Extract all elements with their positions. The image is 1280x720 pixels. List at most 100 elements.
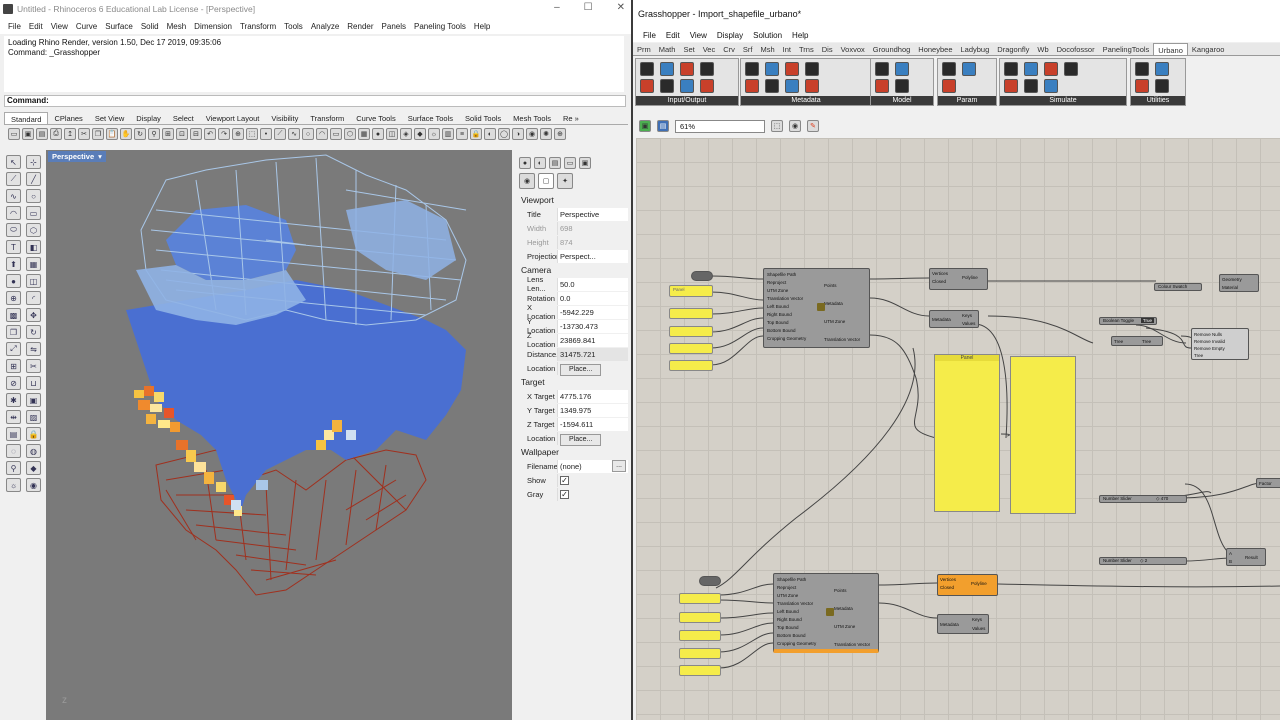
viewport-icon[interactable]: ▢: [538, 173, 554, 189]
urbano-tool-icon[interactable]: [1004, 62, 1018, 76]
urbano-tool-icon[interactable]: [875, 79, 889, 93]
z-location-field[interactable]: 23869.841: [557, 333, 628, 347]
earth-icon[interactable]: ⊕: [554, 128, 566, 140]
cylinder-tool-icon[interactable]: ◫: [26, 274, 41, 288]
box-icon[interactable]: ▦: [358, 128, 370, 140]
number-slider[interactable]: Number Slider ◇ 470: [1099, 495, 1187, 503]
zoom-icon[interactable]: ⚲: [148, 128, 160, 140]
maximize-icon[interactable]: ☐: [584, 2, 593, 13]
gh-tab-int[interactable]: Int: [779, 43, 795, 55]
sphere-tool-icon[interactable]: ●: [6, 274, 21, 288]
panel-param[interactable]: Panel: [669, 285, 713, 297]
bound-input[interactable]: [679, 648, 721, 659]
x-target-field[interactable]: 4775.176: [557, 389, 628, 403]
layer-icon[interactable]: ▤: [549, 157, 561, 169]
folder-icon[interactable]: ▭: [564, 157, 576, 169]
urbano-tool-icon[interactable]: [765, 79, 779, 93]
metadata-keys-component[interactable]: Metadata Keys Values: [929, 310, 979, 328]
urbano-tool-icon[interactable]: [962, 62, 976, 76]
wireframe-icon[interactable]: ◯: [498, 128, 510, 140]
polyline-icon[interactable]: ⟋: [274, 128, 286, 140]
split-tool-icon[interactable]: ⊘: [6, 376, 21, 390]
copy-tool-icon[interactable]: ❐: [6, 325, 21, 339]
bound-input[interactable]: [679, 665, 721, 676]
y-target-field[interactable]: 1349.975: [557, 403, 628, 417]
camera-tool-icon[interactable]: ◉: [26, 478, 41, 492]
box-tool-icon[interactable]: ▦: [26, 257, 41, 271]
clean-tree-component[interactable]: Remove Nulls Remove Invalid Remove Empty Tr…: [1191, 328, 1249, 360]
urbano-tool-icon[interactable]: [700, 79, 714, 93]
mesh-tool-icon[interactable]: ▩: [6, 308, 21, 322]
rectangle-tool-icon[interactable]: ▭: [26, 206, 41, 220]
toolbar-tab[interactable]: Set View: [89, 112, 130, 124]
z-target-field[interactable]: -1594.611: [557, 417, 628, 431]
place-camera-button[interactable]: Place...: [560, 363, 602, 376]
gh-tab-dragonfly[interactable]: Dragonfly: [993, 43, 1033, 55]
gh-menu-item-file[interactable]: File: [643, 31, 656, 40]
projection-select[interactable]: Perspect...: [557, 249, 628, 263]
array-tool-icon[interactable]: ⊞: [6, 359, 21, 373]
colour-swatch[interactable]: Colour Swatch: [1154, 283, 1202, 291]
urbano-tool-icon[interactable]: [700, 62, 714, 76]
new-icon[interactable]: ▭: [8, 128, 20, 140]
rectangle-icon[interactable]: ▭: [330, 128, 342, 140]
gh-tab-docofossor[interactable]: Docofossor: [1053, 43, 1099, 55]
toolbar-tab[interactable]: Curve Tools: [350, 112, 401, 124]
text-tool-icon[interactable]: T: [6, 240, 21, 254]
circle-icon[interactable]: ○: [302, 128, 314, 140]
gh-canvas[interactable]: Panel Shapefile Path Reproject UTM Zone Tra…: [636, 138, 1280, 720]
hatch-tool-icon[interactable]: ▨: [26, 410, 41, 424]
urbano-tool-icon[interactable]: [895, 79, 909, 93]
place-target-button[interactable]: Place...: [560, 433, 602, 446]
urbano-tool-icon[interactable]: [745, 79, 759, 93]
gh-tab-kangaroo[interactable]: Kangaroo: [1188, 43, 1229, 55]
arc-tool-icon[interactable]: ◠: [6, 206, 21, 220]
urbano-tool-icon[interactable]: [680, 79, 694, 93]
toolbar-tab[interactable]: Standard: [4, 112, 49, 124]
move-tool-icon[interactable]: ✥: [26, 308, 41, 322]
urbano-tool-icon[interactable]: [660, 79, 674, 93]
urbano-tool-icon[interactable]: [1155, 79, 1169, 93]
toolbar-tab[interactable]: Re »: [557, 112, 585, 124]
bound-input[interactable]: [669, 360, 713, 371]
menu-item-mesh[interactable]: Mesh: [167, 22, 187, 31]
zoom-extents-icon[interactable]: ⬚: [771, 120, 783, 132]
file-path-param[interactable]: [699, 576, 721, 586]
gh-tab-crv[interactable]: Crv: [719, 43, 739, 55]
dimension-tool-icon[interactable]: ⇹: [6, 410, 21, 424]
menu-item-edit[interactable]: Edit: [29, 22, 43, 31]
browse-button[interactable]: ...: [612, 459, 626, 472]
urbano-tool-icon[interactable]: [1044, 79, 1058, 93]
lock-icon[interactable]: 🔒: [470, 128, 482, 140]
copy-icon[interactable]: ❐: [92, 128, 104, 140]
gh-tab-groundhog[interactable]: Groundhog: [869, 43, 915, 55]
bound-input[interactable]: [669, 343, 713, 354]
polyline-component[interactable]: Vertices Closed Polyline: [937, 574, 998, 596]
toolbar-tab[interactable]: Mesh Tools: [507, 112, 557, 124]
layer-icon[interactable]: ▥: [442, 128, 454, 140]
keys-panel[interactable]: Panel: [934, 354, 1000, 512]
menu-item-render[interactable]: Render: [347, 22, 373, 31]
toolbar-tab[interactable]: Viewport Layout: [200, 112, 266, 124]
pan-icon[interactable]: ✋: [120, 128, 132, 140]
title-field[interactable]: Perspective: [557, 207, 628, 221]
menu-item-curve[interactable]: Curve: [76, 22, 97, 31]
toolbar-tab[interactable]: Select: [167, 112, 200, 124]
gh-menu-item-edit[interactable]: Edit: [666, 31, 680, 40]
y-location-field[interactable]: -13730.473: [557, 319, 628, 333]
menu-item-paneling-tools[interactable]: Paneling Tools: [414, 22, 466, 31]
minimize-icon[interactable]: –: [554, 2, 560, 13]
line-tool-icon[interactable]: ╱: [26, 172, 41, 186]
save-icon[interactable]: ▤: [657, 120, 669, 132]
paste-icon[interactable]: 📋: [106, 128, 118, 140]
urbano-tool-icon[interactable]: [785, 79, 799, 93]
redo-icon[interactable]: ↷: [218, 128, 230, 140]
lights-tool-icon[interactable]: ☼: [6, 478, 21, 492]
filename-field[interactable]: (none)...: [557, 459, 628, 473]
gh-tab-urbano[interactable]: Urbano: [1153, 43, 1188, 55]
gh-tab-wb[interactable]: Wb: [1033, 43, 1052, 55]
urbano-tool-icon[interactable]: [660, 62, 674, 76]
tree-component[interactable]: Tree Tree: [1111, 336, 1163, 346]
sun-icon[interactable]: ✺: [540, 128, 552, 140]
display-icon[interactable]: ▣: [579, 157, 591, 169]
